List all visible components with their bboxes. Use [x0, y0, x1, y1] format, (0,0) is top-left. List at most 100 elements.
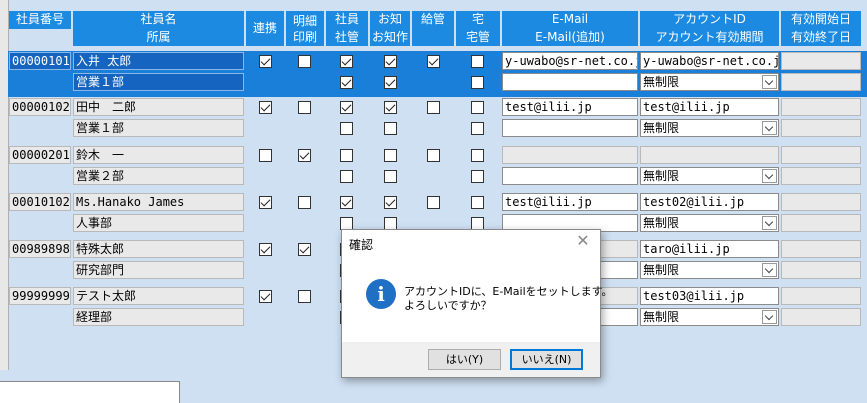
chevron-down-icon[interactable] [762, 310, 777, 324]
meisai-checkbox[interactable] [298, 243, 311, 256]
email-field[interactable]: test@ilii.jp [502, 98, 638, 116]
account-period-select[interactable]: 無制限 [640, 73, 779, 91]
shain-checkbox[interactable] [340, 196, 353, 209]
account-period-select[interactable]: 無制限 [640, 119, 779, 137]
oshirase-checkbox[interactable] [384, 149, 397, 162]
email-field[interactable]: test@ilii.jp [502, 193, 638, 211]
email-field[interactable]: y-uwabo@sr-net.co.jp [502, 52, 638, 70]
shainkan-checkbox[interactable] [340, 170, 353, 183]
chevron-down-icon[interactable] [762, 121, 777, 135]
emp-no-cell[interactable]: 00000101 [9, 52, 71, 70]
takukan-checkbox[interactable] [471, 122, 484, 135]
email-field[interactable] [502, 146, 638, 164]
kyukan-checkbox[interactable] [427, 196, 440, 209]
valid-end-field[interactable] [781, 308, 861, 326]
kyukan-checkbox[interactable] [427, 101, 440, 114]
account-period-select[interactable]: 無制限 [640, 214, 779, 232]
account-period-select[interactable]: 無制限 [640, 261, 779, 279]
dept-cell[interactable]: 人事部 [73, 214, 244, 232]
dept-cell[interactable]: 研究部門 [73, 261, 244, 279]
renkei-checkbox[interactable] [259, 243, 272, 256]
emp-name-cell[interactable]: Ms.Hanako James [73, 193, 244, 211]
shain-checkbox[interactable] [340, 55, 353, 68]
shain-checkbox[interactable] [340, 149, 353, 162]
emp-name-cell[interactable]: テスト太郎 [73, 287, 244, 305]
chevron-down-icon[interactable] [762, 75, 777, 89]
chevron-down-icon[interactable] [762, 263, 777, 277]
header-renkei: 連携 [246, 11, 284, 46]
dept-cell[interactable]: 営業２部 [73, 167, 244, 185]
emp-no-cell[interactable]: 00010102 [9, 193, 71, 211]
chevron-down-icon[interactable] [762, 216, 777, 230]
chevron-down-icon[interactable] [762, 169, 777, 183]
emp-name-cell[interactable]: 特殊太郎 [73, 240, 244, 258]
taku-checkbox[interactable] [471, 196, 484, 209]
kyukan-checkbox[interactable] [427, 55, 440, 68]
renkei-checkbox[interactable] [259, 55, 272, 68]
dept-cell[interactable]: 経理部 [73, 308, 244, 326]
oshirase-checkbox[interactable] [384, 101, 397, 114]
shainkan-checkbox[interactable] [340, 122, 353, 135]
header-emp-no: 社員番号 [9, 11, 71, 29]
account-id-field[interactable]: y-uwabo@sr-net.co.jp [640, 52, 779, 70]
emp-name-cell[interactable]: 鈴木 一 [73, 146, 244, 164]
valid-start-field[interactable] [781, 240, 861, 258]
renkei-checkbox[interactable] [259, 290, 272, 303]
taku-checkbox[interactable] [471, 101, 484, 114]
shainkan-checkbox[interactable] [340, 76, 353, 89]
valid-end-field[interactable] [781, 167, 861, 185]
takukan-checkbox[interactable] [471, 170, 484, 183]
account-id-field[interactable] [640, 146, 779, 164]
kyukan-checkbox[interactable] [427, 149, 440, 162]
valid-start-field[interactable] [781, 98, 861, 116]
header-meisai: 明細 印刷 [286, 11, 324, 46]
confirm-dialog: 確認 ✕ i アカウントIDに、E-Mailをセットします。 よろしいですか？ … [341, 229, 613, 378]
emp-name-cell[interactable]: 田中 二郎 [73, 98, 244, 116]
oshirase-checkbox[interactable] [384, 196, 397, 209]
renkei-checkbox[interactable] [259, 149, 272, 162]
valid-end-field[interactable] [781, 214, 861, 232]
email2-field[interactable] [502, 73, 638, 91]
meisai-checkbox[interactable] [298, 55, 311, 68]
valid-end-field[interactable] [781, 261, 861, 279]
dept-cell[interactable]: 営業１部 [73, 119, 244, 137]
shain-checkbox[interactable] [340, 101, 353, 114]
email2-field[interactable] [502, 119, 638, 137]
taku-checkbox[interactable] [471, 149, 484, 162]
valid-end-field[interactable] [781, 119, 861, 137]
meisai-checkbox[interactable] [298, 149, 311, 162]
taku-checkbox[interactable] [471, 55, 484, 68]
takukan-checkbox[interactable] [471, 76, 484, 89]
renkei-checkbox[interactable] [259, 101, 272, 114]
meisai-checkbox[interactable] [298, 196, 311, 209]
account-id-field[interactable]: test02@ilii.jp [640, 193, 779, 211]
account-period-value: 無制限 [643, 169, 680, 183]
meisai-checkbox[interactable] [298, 101, 311, 114]
no-button[interactable]: いいえ(N) [510, 349, 583, 370]
emp-no-cell[interactable]: 00000201 [9, 146, 71, 164]
account-period-select[interactable]: 無制限 [640, 308, 779, 326]
account-id-field[interactable]: test03@ilii.jp [640, 287, 779, 305]
emp-name-cell[interactable]: 入井 太郎 [73, 52, 244, 70]
emp-no-cell[interactable]: 00989898 [9, 240, 71, 258]
yes-button[interactable]: はい(Y) [428, 349, 501, 370]
emp-no-cell[interactable]: 00000102 [9, 98, 71, 116]
valid-start-field[interactable] [781, 287, 861, 305]
renkei-checkbox[interactable] [259, 196, 272, 209]
dept-cell[interactable]: 営業１部 [73, 73, 244, 91]
oshirasesaku-checkbox[interactable] [384, 170, 397, 183]
valid-end-field[interactable] [781, 73, 861, 91]
emp-no-cell[interactable]: 99999999 [9, 287, 71, 305]
valid-start-field[interactable] [781, 193, 861, 211]
meisai-checkbox[interactable] [298, 290, 311, 303]
account-id-field[interactable]: test@ilii.jp [640, 98, 779, 116]
email2-field[interactable] [502, 167, 638, 185]
oshirase-checkbox[interactable] [384, 55, 397, 68]
valid-start-field[interactable] [781, 146, 861, 164]
close-icon[interactable]: ✕ [576, 233, 590, 249]
valid-start-field[interactable] [781, 52, 861, 70]
account-id-field[interactable]: taro@ilii.jp [640, 240, 779, 258]
account-period-select[interactable]: 無制限 [640, 167, 779, 185]
oshirasesaku-checkbox[interactable] [384, 122, 397, 135]
oshirasesaku-checkbox[interactable] [384, 76, 397, 89]
